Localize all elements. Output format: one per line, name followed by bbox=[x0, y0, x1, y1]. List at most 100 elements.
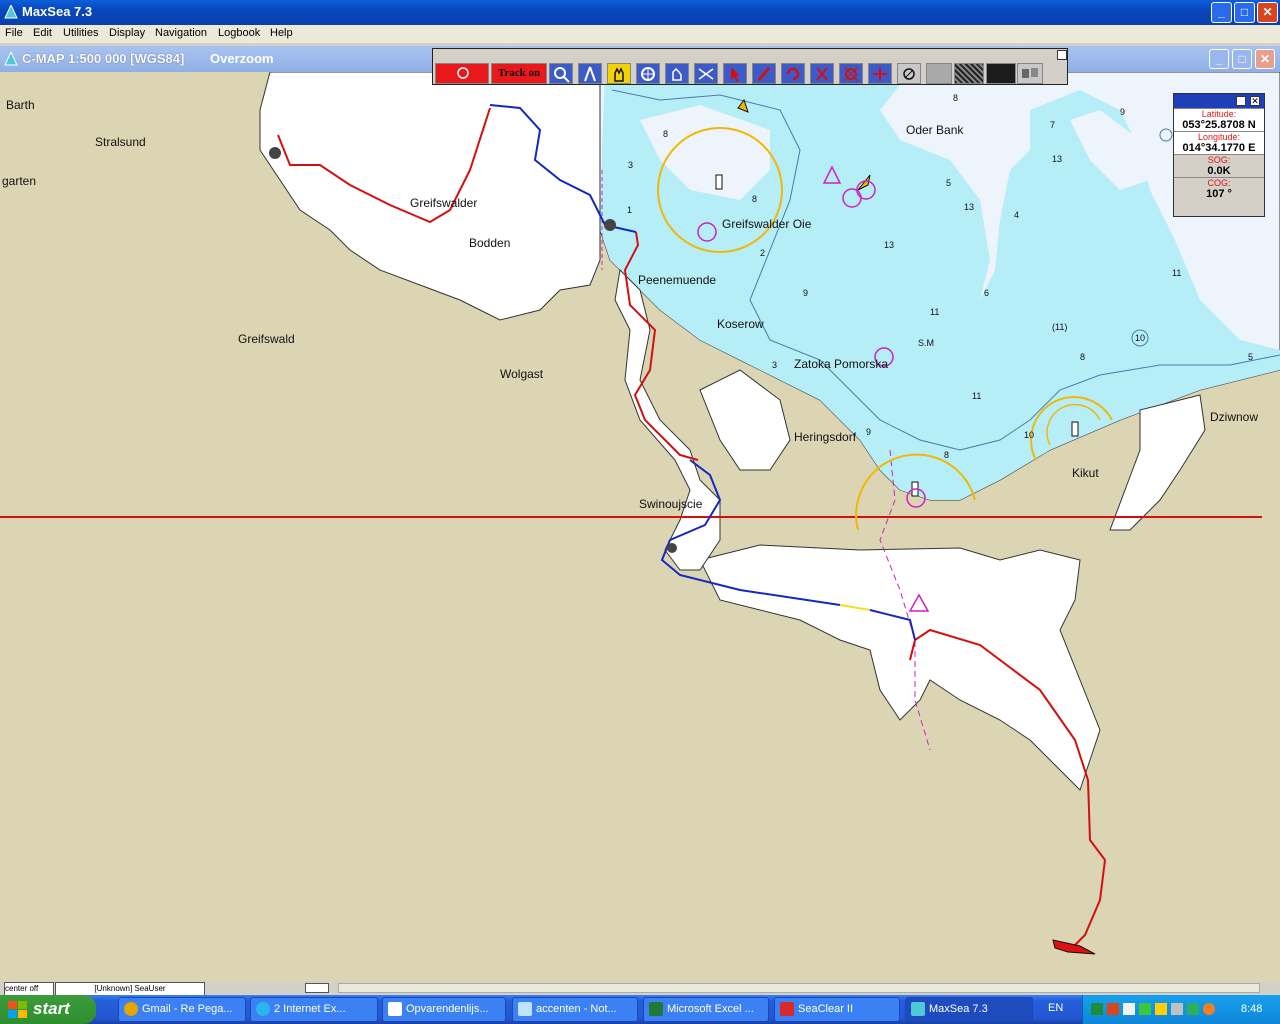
depth-sounding: 8 bbox=[953, 93, 958, 103]
grab-button[interactable] bbox=[665, 63, 689, 84]
layers-button[interactable] bbox=[1017, 63, 1043, 84]
tray-icon[interactable] bbox=[1107, 1003, 1119, 1015]
menu-help[interactable]: Help bbox=[270, 27, 293, 39]
depth-sounding: 9 bbox=[803, 288, 808, 298]
menu-display[interactable]: Display bbox=[109, 27, 145, 39]
notepad-icon bbox=[518, 1002, 532, 1017]
cut-button[interactable] bbox=[810, 63, 834, 84]
record-button[interactable] bbox=[435, 63, 489, 84]
taskbar-label: Opvarendenlijs... bbox=[406, 1003, 489, 1015]
longitude-label: Longitude: bbox=[1197, 132, 1241, 142]
track-on-button[interactable]: Track on bbox=[491, 63, 547, 84]
compass-button[interactable] bbox=[578, 63, 602, 84]
route-icon bbox=[698, 68, 714, 80]
taskbar-label: SeaClear II bbox=[798, 1003, 854, 1015]
chart-maximize-button[interactable]: □ bbox=[1232, 49, 1252, 69]
tray-icon[interactable] bbox=[1091, 1003, 1103, 1015]
shade-light-button[interactable] bbox=[926, 63, 952, 84]
label-kikut: Kikut bbox=[1072, 466, 1099, 480]
close-button[interactable]: ✕ bbox=[1257, 2, 1278, 23]
menu-edit[interactable]: Edit bbox=[33, 27, 52, 39]
nav-panel-close-button[interactable]: ✕ bbox=[1250, 96, 1260, 106]
zoom-button[interactable] bbox=[549, 63, 573, 84]
depth-sounding: 13 bbox=[884, 240, 894, 250]
longitude-box: Longitude: 014°34.1770 E bbox=[1174, 131, 1264, 154]
depth-sounding: 11 bbox=[930, 307, 939, 317]
taskbar-item-maxsea[interactable]: MaxSea 7.3 bbox=[905, 997, 1033, 1022]
cursor-arrow-icon bbox=[731, 67, 740, 82]
windows-logo-icon bbox=[8, 1001, 27, 1018]
menu-logbook[interactable]: Logbook bbox=[218, 27, 260, 39]
taskbar-item-ie[interactable]: 2 Internet Ex... bbox=[250, 997, 378, 1022]
menu-file[interactable]: File bbox=[5, 27, 23, 39]
depth-sounding: 9 bbox=[1120, 107, 1125, 117]
app-title: MaxSea 7.3 bbox=[22, 4, 93, 19]
nautical-chart[interactable]: Barth Stralsund garten Greifswalder Bodd… bbox=[0, 72, 1280, 981]
nav-panel-restore-button[interactable] bbox=[1236, 96, 1246, 106]
tray-icon[interactable] bbox=[1139, 1003, 1151, 1015]
app-titlebar: MaxSea 7.3 _ □ ✕ bbox=[0, 0, 1280, 25]
sog-value: 0.0K bbox=[1207, 165, 1231, 177]
cog-value: 107 ° bbox=[1206, 188, 1232, 200]
tray-icon[interactable] bbox=[1155, 1003, 1167, 1015]
label-barth: Barth bbox=[6, 98, 35, 112]
cog-box: COG: 107 ° bbox=[1174, 177, 1264, 200]
divider-icon bbox=[584, 66, 596, 82]
shade-hatch-button[interactable] bbox=[954, 63, 984, 84]
pointer-button[interactable] bbox=[723, 63, 747, 84]
seaclear-icon bbox=[780, 1002, 794, 1017]
language-indicator[interactable]: EN bbox=[1048, 1002, 1063, 1014]
toolbar-close-button[interactable] bbox=[1057, 50, 1067, 60]
chart-title: C-MAP 1:500 000 [WGS84] bbox=[22, 51, 185, 66]
depth-sounding: 8 bbox=[944, 450, 949, 460]
system-tray: 8:48 bbox=[1082, 995, 1280, 1024]
taskbar-item-notepad[interactable]: accenten - Not... bbox=[512, 997, 638, 1022]
status-icons[interactable] bbox=[305, 983, 329, 993]
depth-sounding: 1 bbox=[627, 205, 632, 215]
clock[interactable]: 8:48 bbox=[1241, 1003, 1262, 1015]
fx-button[interactable] bbox=[839, 63, 863, 84]
sog-box: SOG: 0.0K bbox=[1174, 154, 1264, 177]
depth-sounding: 8 bbox=[1080, 352, 1085, 362]
pencil-button[interactable] bbox=[752, 63, 776, 84]
shade-dark-button[interactable] bbox=[986, 63, 1016, 84]
label-wolgast: Wolgast bbox=[500, 367, 544, 381]
rotate-button[interactable] bbox=[781, 63, 805, 84]
latitude-box: Latitude: 053°25.8708 N bbox=[1174, 108, 1264, 131]
menu-navigation[interactable]: Navigation bbox=[155, 27, 207, 39]
tray-icon[interactable] bbox=[1171, 1003, 1183, 1015]
pencil-icon bbox=[757, 67, 771, 81]
pan-hand-button[interactable] bbox=[607, 63, 631, 84]
user-status: [Unknown] SeaUser bbox=[55, 982, 205, 996]
ie-icon bbox=[256, 1002, 270, 1017]
cog-label: COG: bbox=[1207, 178, 1231, 188]
depth-sounding: 11 bbox=[972, 391, 981, 401]
label-koserow: Koserow bbox=[717, 317, 764, 331]
chart-close-button[interactable]: ✕ bbox=[1255, 49, 1275, 69]
center-toggle[interactable]: center off bbox=[4, 982, 54, 996]
target-button[interactable] bbox=[636, 63, 660, 84]
depth-sounding: 9 bbox=[866, 427, 871, 437]
taskbar-item-gmail[interactable]: Gmail - Re Pega... bbox=[118, 997, 246, 1022]
minimize-button[interactable]: _ bbox=[1211, 2, 1232, 23]
taskbar-item-word[interactable]: Opvarendenlijs... bbox=[382, 997, 506, 1022]
taskbar-label: Microsoft Excel ... bbox=[667, 1003, 754, 1015]
clear-button[interactable] bbox=[897, 63, 921, 84]
route-button[interactable] bbox=[694, 63, 718, 84]
tray-icon[interactable] bbox=[1123, 1003, 1135, 1015]
maximize-button[interactable]: □ bbox=[1234, 2, 1255, 23]
chart-minimize-button[interactable]: _ bbox=[1209, 49, 1229, 69]
move-button[interactable] bbox=[868, 63, 892, 84]
depth-sounding: 5 bbox=[1248, 352, 1253, 362]
taskbar-item-excel[interactable]: Microsoft Excel ... bbox=[643, 997, 769, 1022]
menu-utilities[interactable]: Utilities bbox=[63, 27, 98, 39]
tray-icon[interactable] bbox=[1203, 1003, 1215, 1015]
tray-icon[interactable] bbox=[1187, 1003, 1199, 1015]
sog-label: SOG: bbox=[1207, 155, 1231, 165]
desktop: MaxSea 7.3 _ □ ✕ File Edit Utilities Dis… bbox=[0, 0, 1280, 1024]
status-bar: center off [Unknown] SeaUser bbox=[0, 981, 1280, 996]
start-button[interactable]: start bbox=[0, 995, 96, 1024]
taskbar-label: MaxSea 7.3 bbox=[929, 1003, 988, 1015]
taskbar-item-seaclear[interactable]: SeaClear II bbox=[774, 997, 900, 1022]
horizontal-scrollbar[interactable] bbox=[338, 983, 1260, 993]
